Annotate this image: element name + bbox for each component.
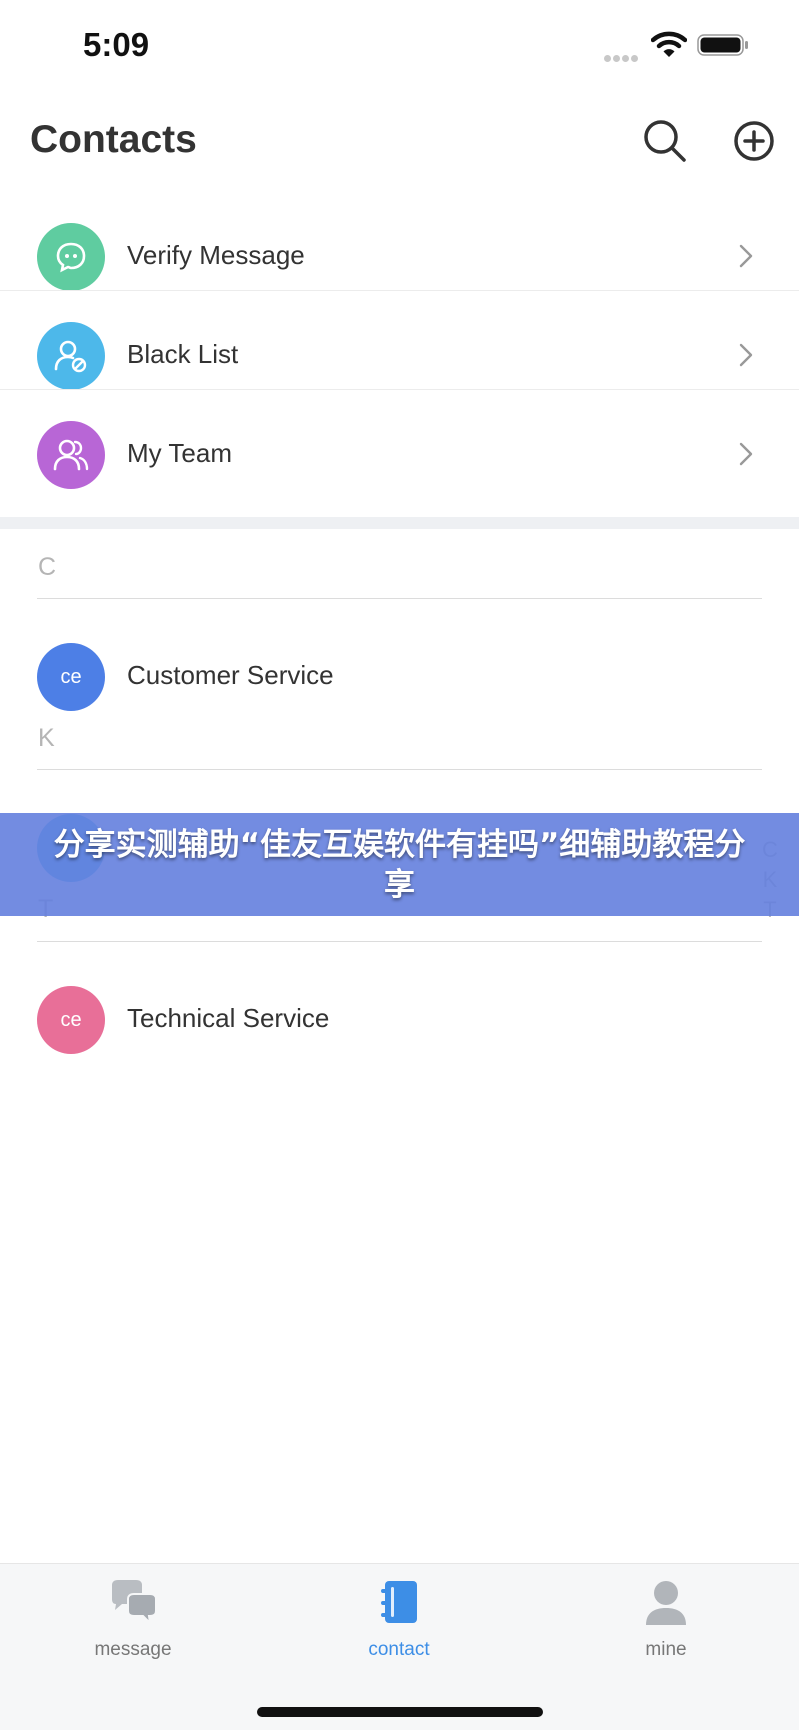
- menu-item-verify-message[interactable]: Verify Message: [0, 207, 799, 306]
- tab-contact[interactable]: contact: [329, 1579, 469, 1669]
- add-icon[interactable]: [731, 118, 777, 164]
- user-blocked-icon: [37, 322, 105, 390]
- section-letter: C: [38, 553, 57, 581]
- status-bar: 5:09: [0, 0, 799, 90]
- menu-item-black-list[interactable]: Black List: [0, 306, 799, 405]
- status-time: 5:09: [83, 26, 150, 63]
- contact-name: Customer Service: [127, 660, 334, 690]
- tab-mine[interactable]: mine: [596, 1579, 736, 1669]
- chat-bubbles-icon: [112, 1580, 157, 1626]
- tab-label: contact: [368, 1639, 430, 1660]
- search-icon[interactable]: [642, 118, 688, 164]
- home-indicator: [257, 1707, 543, 1717]
- section-letter: K: [38, 724, 55, 752]
- chevron-right-icon: [739, 442, 753, 466]
- chevron-right-icon: [739, 343, 753, 367]
- contact-row-technical-service[interactable]: ce Technical Service: [0, 977, 799, 1063]
- tab-message[interactable]: message: [63, 1579, 203, 1669]
- page-title: Contacts: [30, 118, 197, 161]
- cellular-signal-icon: [604, 49, 640, 62]
- overlay-banner: 分享实测辅助“佳友互娱软件有挂吗”细辅助教程分享: [0, 813, 799, 916]
- menu-item-my-team[interactable]: My Team: [0, 405, 799, 504]
- divider: [0, 389, 799, 390]
- team-icon: [37, 421, 105, 489]
- divider: [37, 769, 762, 770]
- divider: [37, 598, 762, 599]
- header: Contacts: [0, 100, 799, 180]
- contact-book-icon: [381, 1581, 417, 1623]
- tab-label: message: [94, 1639, 172, 1660]
- avatar: ce: [37, 986, 105, 1054]
- menu-item-label: My Team: [127, 438, 232, 468]
- divider: [0, 290, 799, 291]
- section-separator: [0, 517, 799, 529]
- contact-name: Technical Service: [127, 1003, 330, 1033]
- tab-label: mine: [645, 1639, 687, 1660]
- menu-item-label: Verify Message: [127, 240, 305, 270]
- divider: [37, 941, 762, 942]
- contact-row-customer-service[interactable]: ce Customer Service: [0, 634, 799, 720]
- wifi-icon: [651, 31, 687, 57]
- menu-list: Verify Message Black List My Team: [0, 207, 799, 504]
- banner-text: 分享实测辅助“佳友互娱软件有挂吗”细辅助教程分享: [53, 826, 746, 903]
- chat-bubble-icon: [37, 223, 105, 291]
- tab-bar: message contact mine: [0, 1563, 799, 1730]
- avatar: ce: [37, 643, 105, 711]
- chevron-right-icon: [739, 244, 753, 268]
- person-icon: [646, 1581, 686, 1625]
- battery-icon: [697, 34, 748, 56]
- menu-item-label: Black List: [127, 339, 239, 369]
